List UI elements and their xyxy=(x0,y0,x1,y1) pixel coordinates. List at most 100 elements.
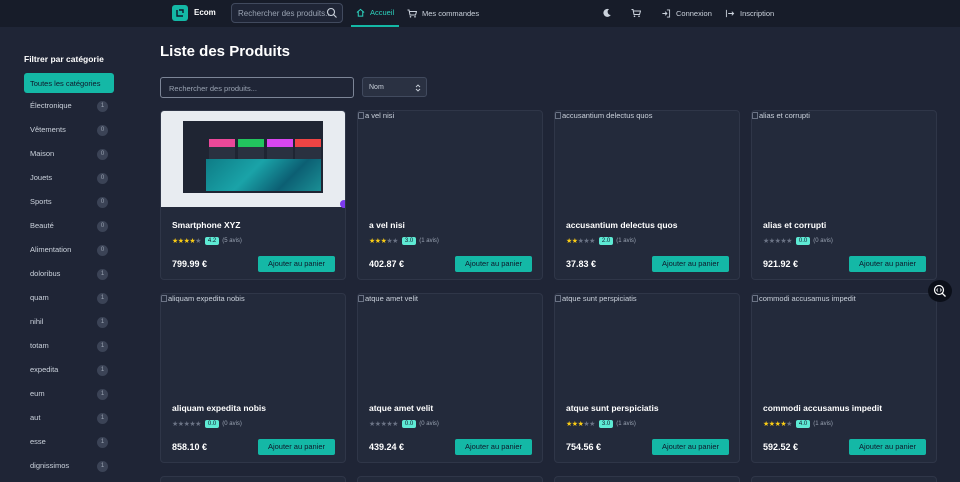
product-image-alt: atque amet velit xyxy=(365,294,418,303)
category-label: expedita xyxy=(30,365,59,374)
category-item[interactable]: esse 1 xyxy=(30,437,110,449)
product-name[interactable]: atque amet velit xyxy=(369,403,433,413)
product-card[interactable] xyxy=(160,476,346,482)
product-price: 754.56 € xyxy=(566,442,602,452)
product-image[interactable]: accusantium delectus quos xyxy=(555,111,652,120)
add-to-cart-button[interactable]: Ajouter au panier xyxy=(455,439,532,455)
add-to-cart-button[interactable]: Ajouter au panier xyxy=(455,256,532,272)
product-card[interactable]: aliquam expedita nobis aliquam expedita n… xyxy=(160,293,346,463)
category-count: 1 xyxy=(97,317,108,328)
category-item[interactable]: aut 1 xyxy=(30,413,110,425)
category-item[interactable]: Jouets 0 xyxy=(30,173,110,185)
star-rating-icon: ★★★★★ xyxy=(369,238,398,245)
category-item[interactable]: eum 1 xyxy=(30,389,110,401)
category-count: 1 xyxy=(97,437,108,448)
brand-name[interactable]: Ecom xyxy=(194,8,216,17)
product-name[interactable]: aliquam expedita nobis xyxy=(172,403,266,413)
category-item[interactable]: nihil 1 xyxy=(30,317,110,329)
category-item[interactable]: dignissimos 1 xyxy=(30,461,110,473)
sort-select-value: Nom xyxy=(369,84,384,91)
category-item[interactable]: doloribus 1 xyxy=(30,269,110,281)
rating-badge: 2.0 xyxy=(598,237,614,245)
category-count: 0 xyxy=(97,149,108,160)
product-image[interactable]: alias et corrupti xyxy=(752,111,810,120)
category-item[interactable]: Maison 0 xyxy=(30,149,110,161)
product-price: 402.87 € xyxy=(369,259,405,269)
category-item[interactable]: Vêtements 0 xyxy=(30,125,110,137)
product-rating: ★★★★★ 4.0 (1 avis) xyxy=(763,420,833,428)
product-name[interactable]: a vel nisi xyxy=(369,220,405,230)
rating-badge: 3.0 xyxy=(598,420,614,428)
product-image[interactable]: atque sunt perspiciatis xyxy=(555,294,637,303)
category-label: Beauté xyxy=(30,221,54,230)
nav-register[interactable]: Inscription xyxy=(725,0,774,27)
product-rating: ★★★★★ 3.0 (1 avis) xyxy=(566,420,636,428)
product-image[interactable]: atque amet velit xyxy=(358,294,418,303)
rating-badge: 0.0 xyxy=(204,420,220,428)
product-search-placeholder: Rechercher des produits... xyxy=(169,84,257,93)
top-navbar: Ecom Rechercher des produits... Accueil … xyxy=(0,0,960,27)
assistant-button[interactable] xyxy=(928,280,952,302)
category-label: Maison xyxy=(30,149,55,158)
moon-icon[interactable] xyxy=(602,8,612,18)
category-count: 0 xyxy=(97,173,108,184)
category-item[interactable]: Alimentation 0 xyxy=(30,245,110,257)
product-card[interactable]: commodi accusamus impedit commodi accusam… xyxy=(751,293,937,463)
add-to-cart-button[interactable]: Ajouter au panier xyxy=(258,439,335,455)
product-card[interactable] xyxy=(554,476,740,482)
broken-image-icon xyxy=(555,295,561,302)
add-to-cart-button[interactable]: Ajouter au panier xyxy=(849,256,926,272)
product-name[interactable]: Smartphone XYZ xyxy=(172,220,240,230)
sort-select[interactable]: Nom xyxy=(362,77,427,97)
star-rating-icon: ★★★★★ xyxy=(763,238,792,245)
product-image[interactable]: aliquam expedita nobis xyxy=(161,294,245,303)
add-to-cart-button[interactable]: Ajouter au panier xyxy=(652,256,729,272)
product-card[interactable]: alias et corrupti alias et corrupti ★★★★★ 0… xyxy=(751,110,937,280)
category-label: Vêtements xyxy=(30,125,66,134)
product-card[interactable]: Smartphone XYZ ★★★★★ 4.2 (5 avis) 799.99 € Aj… xyxy=(160,110,346,280)
category-item[interactable]: totam 1 xyxy=(30,341,110,353)
product-name[interactable]: atque sunt perspiciatis xyxy=(566,403,659,413)
category-item[interactable]: Sports 0 xyxy=(30,197,110,209)
product-image[interactable]: commodi accusamus impedit xyxy=(752,294,856,303)
product-image-alt: commodi accusamus impedit xyxy=(759,294,856,303)
product-price: 858.10 € xyxy=(172,442,208,452)
product-image[interactable] xyxy=(161,111,345,208)
cart-icon[interactable] xyxy=(631,8,641,18)
product-name[interactable]: accusantium delectus quos xyxy=(566,220,677,230)
nav-home[interactable]: Accueil xyxy=(351,0,400,27)
category-label: quam xyxy=(30,293,49,302)
add-to-cart-button[interactable]: Ajouter au panier xyxy=(258,256,335,272)
add-to-cart-button[interactable]: Ajouter au panier xyxy=(652,439,729,455)
register-icon xyxy=(725,9,735,18)
product-card[interactable]: atque amet velit atque amet velit ★★★★★ 0.0… xyxy=(357,293,543,463)
nav-login[interactable]: Connexion xyxy=(661,0,712,27)
product-name[interactable]: commodi accusamus impedit xyxy=(763,403,882,413)
cart-icon xyxy=(407,9,417,18)
rating-badge: 4.0 xyxy=(795,420,811,428)
rating-badge: 0.0 xyxy=(401,420,417,428)
category-item[interactable]: quam 1 xyxy=(30,293,110,305)
product-search-input[interactable]: Rechercher des produits... xyxy=(160,77,354,98)
category-all[interactable]: Toutes les catégories xyxy=(24,73,114,93)
logo-icon[interactable] xyxy=(172,5,188,21)
nav-orders[interactable]: Mes commandes xyxy=(407,0,479,27)
add-to-cart-button[interactable]: Ajouter au panier xyxy=(849,439,926,455)
broken-image-icon xyxy=(161,295,167,302)
category-item[interactable]: Beauté 0 xyxy=(30,221,110,233)
product-card[interactable]: atque sunt perspiciatis atque sunt perspi… xyxy=(554,293,740,463)
category-count: 1 xyxy=(97,341,108,352)
product-card[interactable] xyxy=(751,476,937,482)
product-name[interactable]: alias et corrupti xyxy=(763,220,826,230)
product-card[interactable]: a vel nisi a vel nisi ★★★★★ 3.0 (1 avis) 402.… xyxy=(357,110,543,280)
category-item[interactable]: expedita 1 xyxy=(30,365,110,377)
header-search-input[interactable]: Rechercher des produits... xyxy=(231,3,343,23)
product-rating: ★★★★★ 0.0 (0 avis) xyxy=(172,420,242,428)
page-title: Liste des Produits xyxy=(160,43,291,60)
search-icon[interactable] xyxy=(326,7,338,19)
product-card[interactable] xyxy=(357,476,543,482)
product-image[interactable]: a vel nisi xyxy=(358,111,394,120)
product-card[interactable]: accusantium delectus quos accusantium del… xyxy=(554,110,740,280)
category-count: 1 xyxy=(97,461,108,472)
category-item[interactable]: Électronique 1 xyxy=(30,101,110,113)
